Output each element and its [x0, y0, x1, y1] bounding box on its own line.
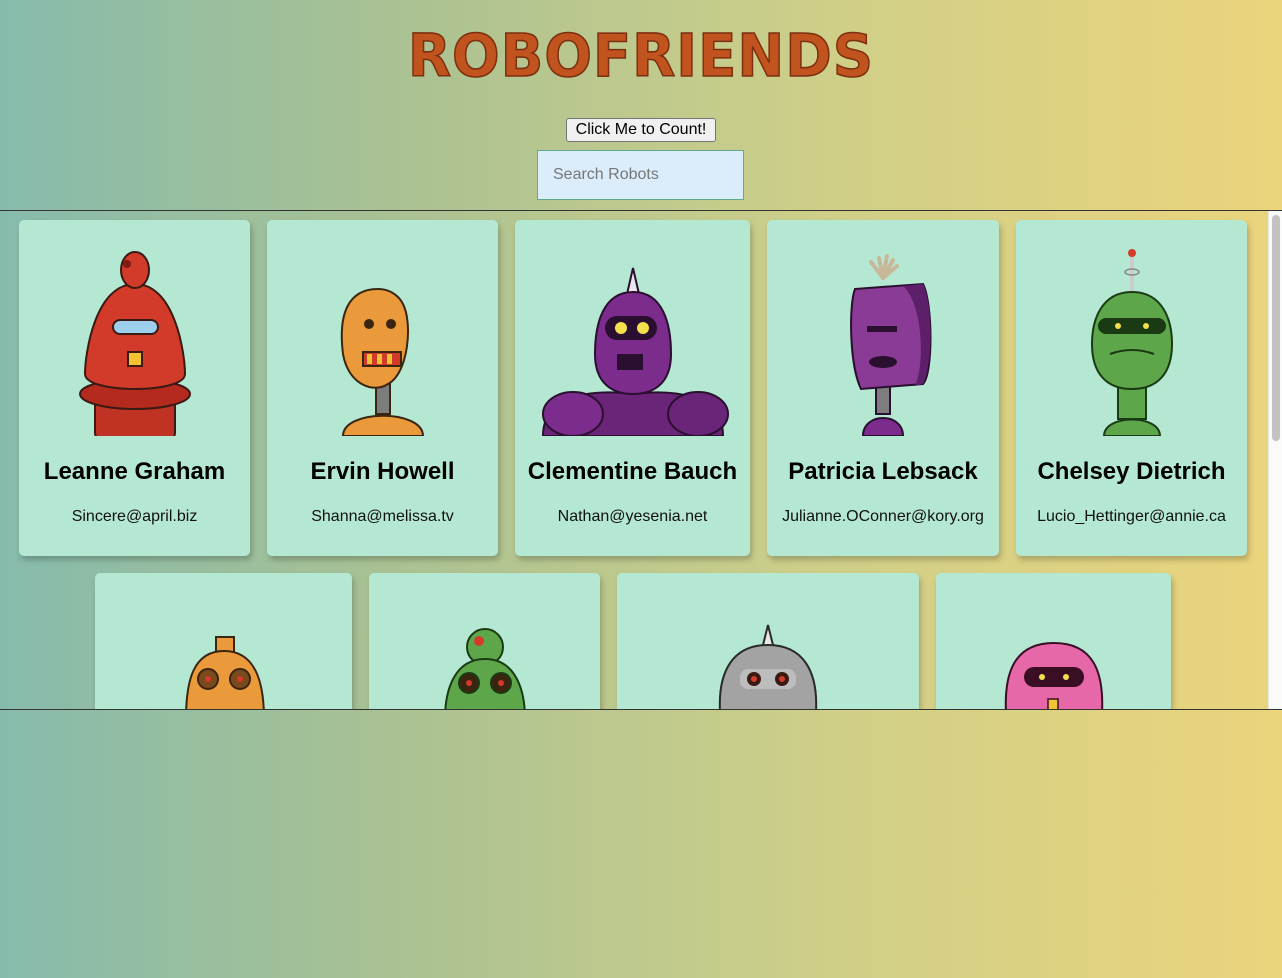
count-button[interactable]: Click Me to Count!: [566, 118, 716, 142]
search-input[interactable]: [537, 150, 744, 200]
gray-robot-image: [718, 624, 818, 709]
scrollbar-thumb[interactable]: [1272, 215, 1280, 441]
header: ROBOFRIENDS Click Me to Count!: [0, 0, 1282, 210]
robot-card[interactable]: Chelsey Dietrich Lucio_Hettinger@annie.c…: [1016, 220, 1247, 556]
robot-name: Chelsey Dietrich: [1037, 458, 1226, 485]
green-robot-image: [443, 628, 526, 709]
robot-card[interactable]: [936, 573, 1171, 709]
purple-robot-image: [541, 267, 729, 436]
robot-name: Clementine Bauch: [527, 458, 738, 485]
green-robot-image: [1090, 249, 1173, 436]
app-logo: ROBOFRIENDS: [407, 22, 875, 92]
robot-card[interactable]: [369, 573, 600, 709]
robot-email: Sincere@april.biz: [71, 508, 198, 525]
robot-card-list[interactable]: Leanne Graham Sincere@april.biz Ervin Ho…: [0, 210, 1282, 710]
robot-card[interactable]: Clementine Bauch Nathan@yesenia.net: [515, 220, 750, 556]
pink-robot-image: [1004, 641, 1103, 709]
robot-email: Nathan@yesenia.net: [557, 508, 708, 525]
orange-robot-image: [184, 636, 265, 709]
robot-card[interactable]: Leanne Graham Sincere@april.biz: [19, 220, 250, 556]
robot-email: Lucio_Hettinger@annie.ca: [1037, 508, 1226, 525]
robot-card[interactable]: [95, 573, 352, 709]
robot-card[interactable]: Ervin Howell Shanna@melissa.tv: [267, 220, 498, 556]
purple-robot-image: [850, 254, 932, 436]
orange-robot-image: [340, 287, 424, 436]
robot-email: Julianne.OConner@kory.org: [782, 508, 984, 525]
robot-name: Ervin Howell: [310, 458, 455, 485]
robot-card[interactable]: Patricia Lebsack Julianne.OConner@kory.o…: [767, 220, 999, 556]
robot-email: Shanna@melissa.tv: [311, 508, 454, 525]
red-robot-image: [78, 251, 191, 436]
scrollbar[interactable]: [1268, 211, 1282, 709]
robot-name: Leanne Graham: [43, 458, 226, 485]
robot-name: Patricia Lebsack: [788, 458, 978, 485]
robot-card[interactable]: [617, 573, 919, 709]
